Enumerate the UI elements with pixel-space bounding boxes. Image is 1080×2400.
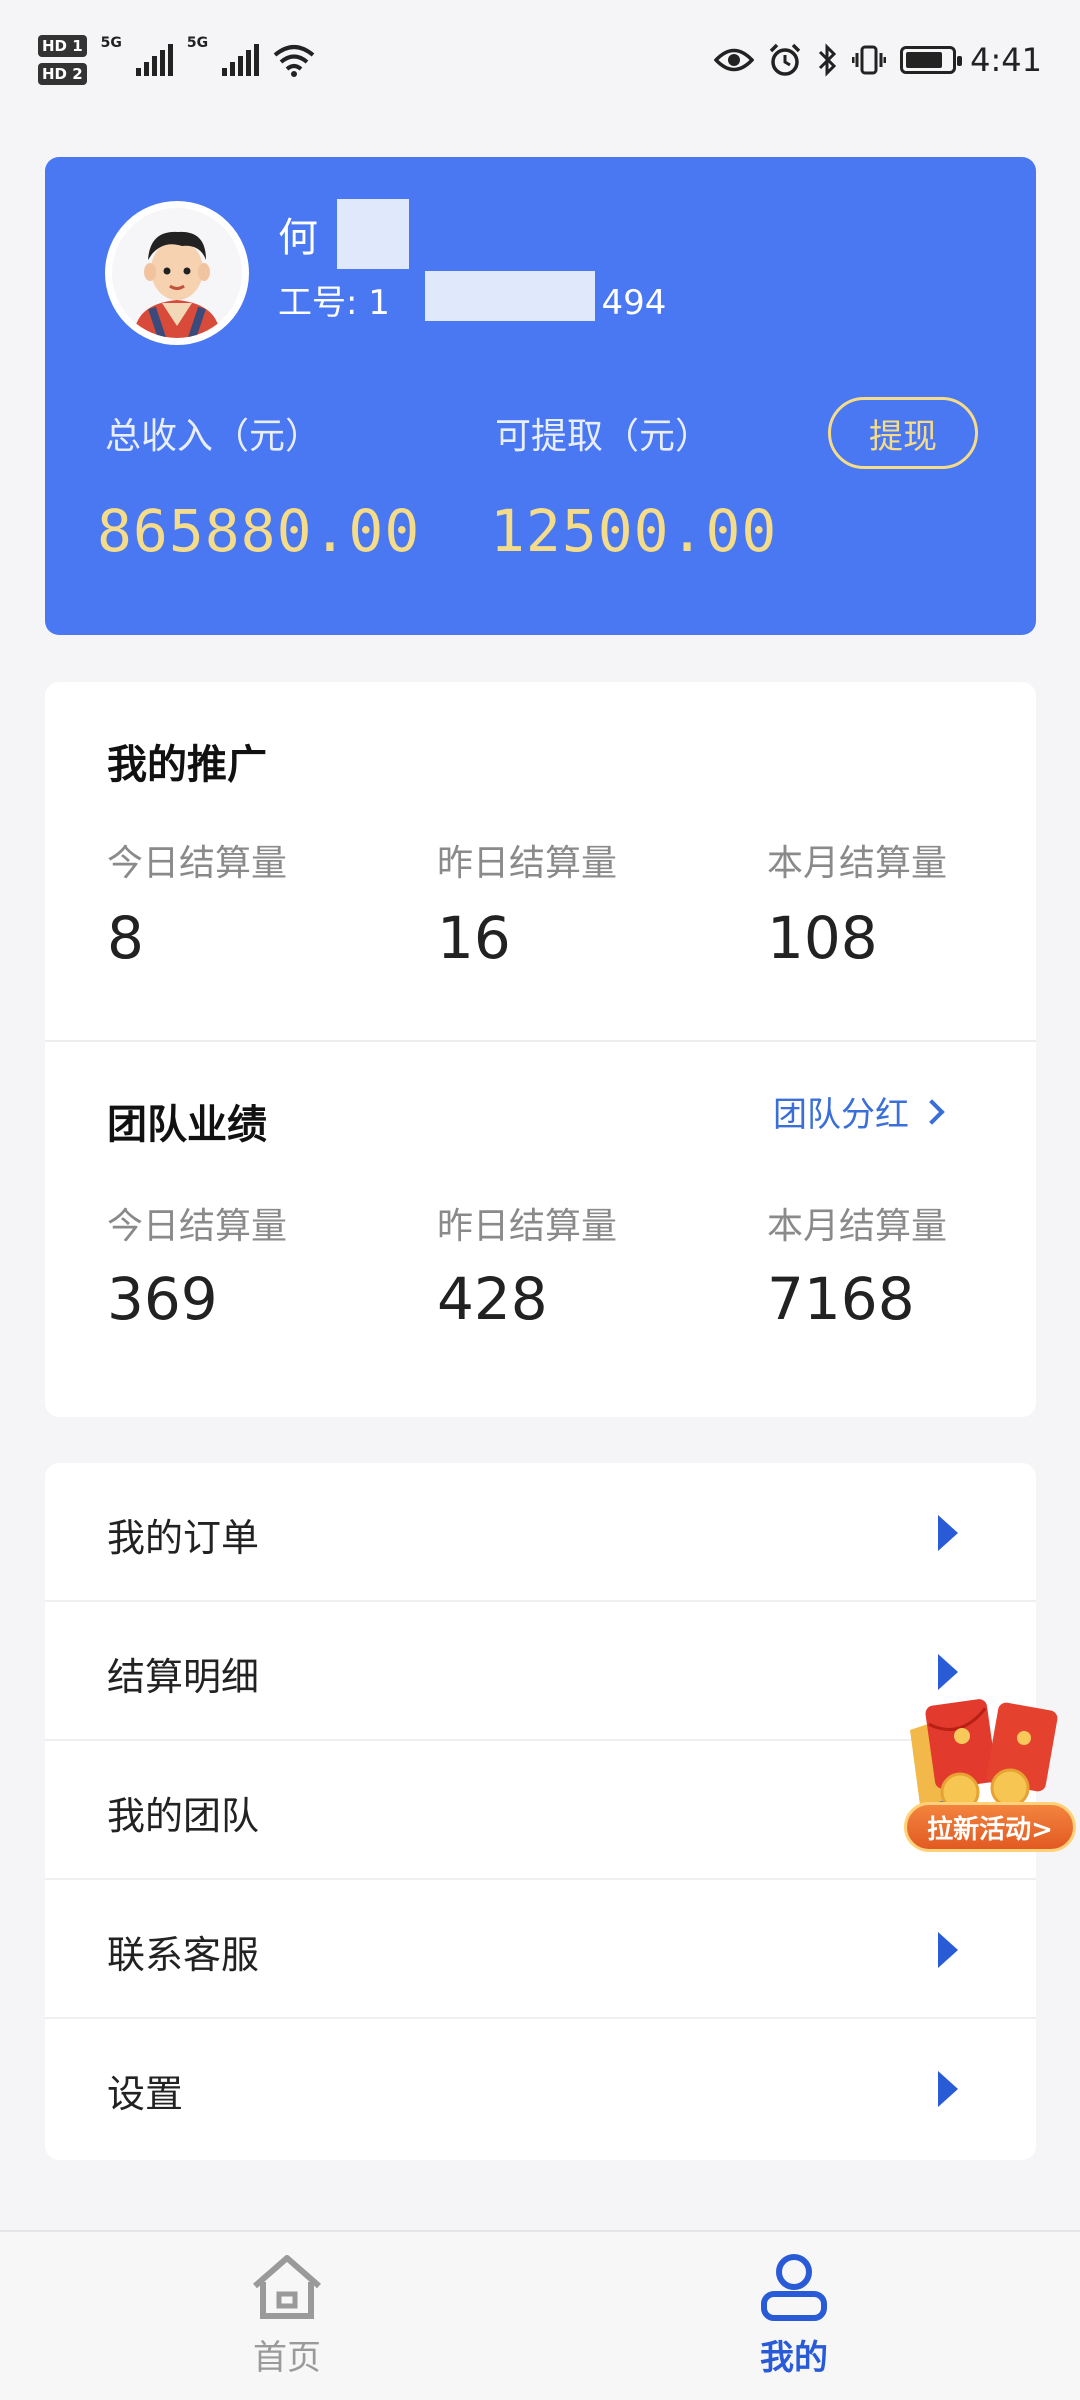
stats-divider (45, 1040, 1036, 1042)
total-income-value: 865880.00 (97, 497, 421, 565)
promo-yesterday-value: 16 (437, 904, 511, 972)
bluetooth-icon (819, 43, 837, 77)
network-type-2: 5G (186, 35, 209, 51)
tab-home-label: 首页 (253, 2338, 321, 2378)
promo-yesterday-label: 昨日结算量 (437, 843, 618, 884)
hd2-icon: HD 2 (38, 63, 87, 85)
wifi-icon (273, 45, 315, 77)
promo-today-label: 今日结算量 (107, 843, 288, 884)
arrow-right-icon (938, 1515, 958, 1551)
menu-item-settlement-details[interactable]: 结算明细 (45, 1602, 1036, 1741)
signal-strength-icon (135, 44, 173, 76)
team-yesterday-label: 昨日结算量 (437, 1206, 618, 1247)
profile-card: 何 工号: 1 494 总收入（元） 865880.00 可提取（元） 1250… (45, 157, 1036, 635)
battery-icon (900, 46, 963, 74)
team-performance-title: 团队业绩 (107, 1102, 267, 1148)
stats-card: 我的推广 今日结算量 8 昨日结算量 16 本月结算量 108 团队业绩 团队分… (45, 682, 1036, 1417)
menu-item-label: 我的团队 (107, 1794, 260, 1838)
team-yesterday-value: 428 (437, 1265, 548, 1333)
team-month-label: 本月结算量 (767, 1206, 948, 1247)
withdrawable-label: 可提取（元） (495, 416, 712, 457)
alarm-icon (769, 43, 801, 76)
arrow-right-icon (938, 1932, 958, 1968)
signal-strength-icon-2 (222, 44, 260, 76)
tab-mine-label: 我的 (760, 2338, 828, 2378)
id-redaction (425, 271, 595, 321)
total-income-label: 总收入（元） (105, 416, 322, 457)
team-today-label: 今日结算量 (107, 1206, 288, 1247)
menu-item-label: 结算明细 (107, 1655, 260, 1699)
withdraw-button[interactable]: 提现 (828, 397, 978, 469)
hd-indicators: HD 1 HD 2 (38, 35, 87, 85)
network-type-1: 5G (100, 35, 122, 51)
promo-float[interactable]: 拉新活动> (900, 1690, 1080, 1860)
home-icon (253, 2255, 321, 2319)
avatar[interactable] (105, 201, 249, 345)
name-redaction (337, 199, 409, 269)
withdrawable-value: 12500.00 (490, 497, 778, 565)
promo-month-label: 本月结算量 (767, 843, 948, 884)
status-right: 4:41 (714, 41, 1042, 79)
promo-today-value: 8 (107, 904, 144, 972)
vibrate-icon (852, 45, 887, 75)
bottom-tab-bar: 首页 我的 (0, 2230, 1080, 2400)
menu-item-my-team[interactable]: 我的团队 (45, 1741, 1036, 1880)
avatar-image (134, 231, 220, 338)
my-promotion-title: 我的推广 (107, 742, 267, 788)
tab-mine[interactable]: 我的 (694, 2252, 894, 2392)
eye-icon (714, 48, 755, 72)
status-time: 4:41 (970, 41, 1042, 79)
menu-item-label: 我的订单 (107, 1516, 260, 1560)
hd1-icon: HD 1 (38, 35, 87, 57)
promo-label: 拉新活动> (904, 1802, 1076, 1852)
arrow-right-icon (938, 2071, 958, 2107)
chevron-right-icon (919, 1098, 945, 1125)
menu-item-label: 联系客服 (107, 1933, 260, 1977)
arrow-right-icon (938, 1654, 958, 1690)
red-envelope-icon (910, 1699, 1058, 1812)
menu-item-customer-service[interactable]: 联系客服 (45, 1880, 1036, 2019)
team-bonus-link[interactable]: 团队分红 (773, 1087, 945, 1136)
menu-item-settings[interactable]: 设置 (45, 2019, 1036, 2158)
status-bar: HD 1 HD 2 5G 5G 4:41 (0, 0, 1080, 120)
menu-item-orders[interactable]: 我的订单 (45, 1463, 1036, 1602)
menu-card: 我的订单 结算明细 我的团队 联系客服 设置 (45, 1463, 1036, 2160)
team-today-value: 369 (107, 1265, 218, 1333)
tab-home[interactable]: 首页 (187, 2252, 387, 2392)
status-left: HD 1 HD 2 5G 5G (38, 35, 315, 85)
user-name: 何 (278, 215, 318, 261)
user-icon (761, 2254, 827, 2321)
promo-month-value: 108 (767, 904, 878, 972)
team-month-value: 7168 (767, 1265, 915, 1333)
menu-item-label: 设置 (107, 2072, 184, 2116)
